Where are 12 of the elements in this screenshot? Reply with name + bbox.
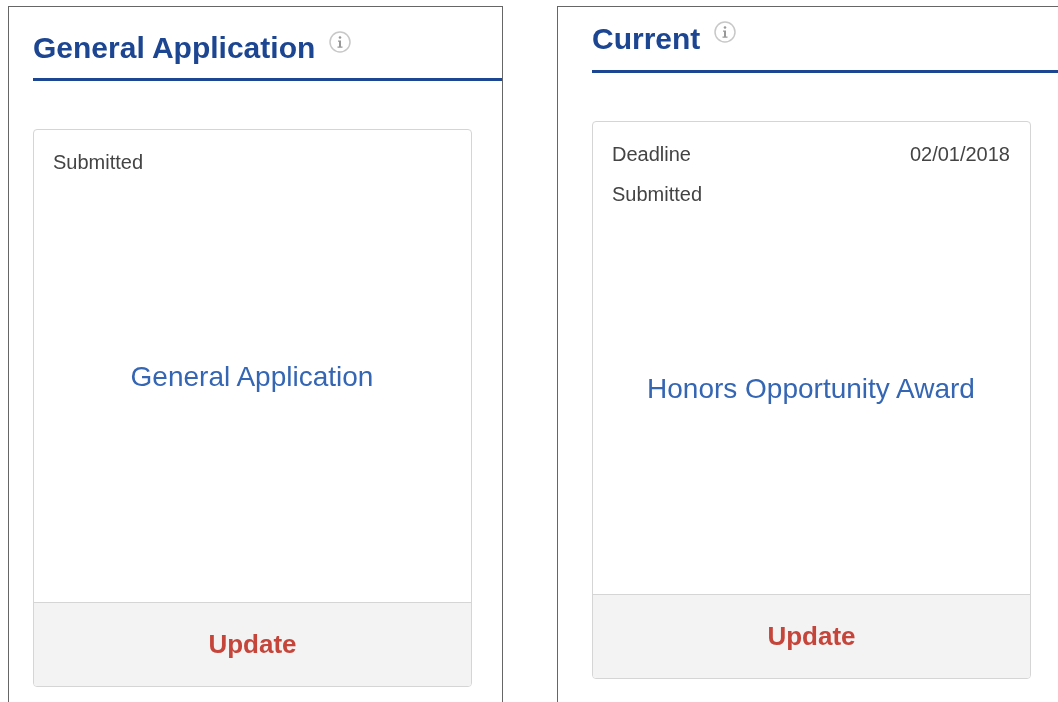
detail-label: Deadline: [612, 142, 691, 167]
card-title: General Application: [130, 360, 374, 394]
detail-label: Submitted: [53, 150, 144, 175]
detail-value: 02/01/2018: [909, 142, 1010, 167]
info-icon[interactable]: [714, 21, 737, 43]
update-button[interactable]: Update: [767, 617, 856, 656]
update-button[interactable]: Update: [208, 625, 297, 664]
section-heading: Current: [592, 21, 701, 54]
info-icon[interactable]: [329, 31, 352, 53]
card-title: Honors Opportunity Award: [647, 372, 975, 406]
section-heading: General Application: [33, 30, 316, 63]
detail-label: Submitted: [612, 182, 703, 207]
